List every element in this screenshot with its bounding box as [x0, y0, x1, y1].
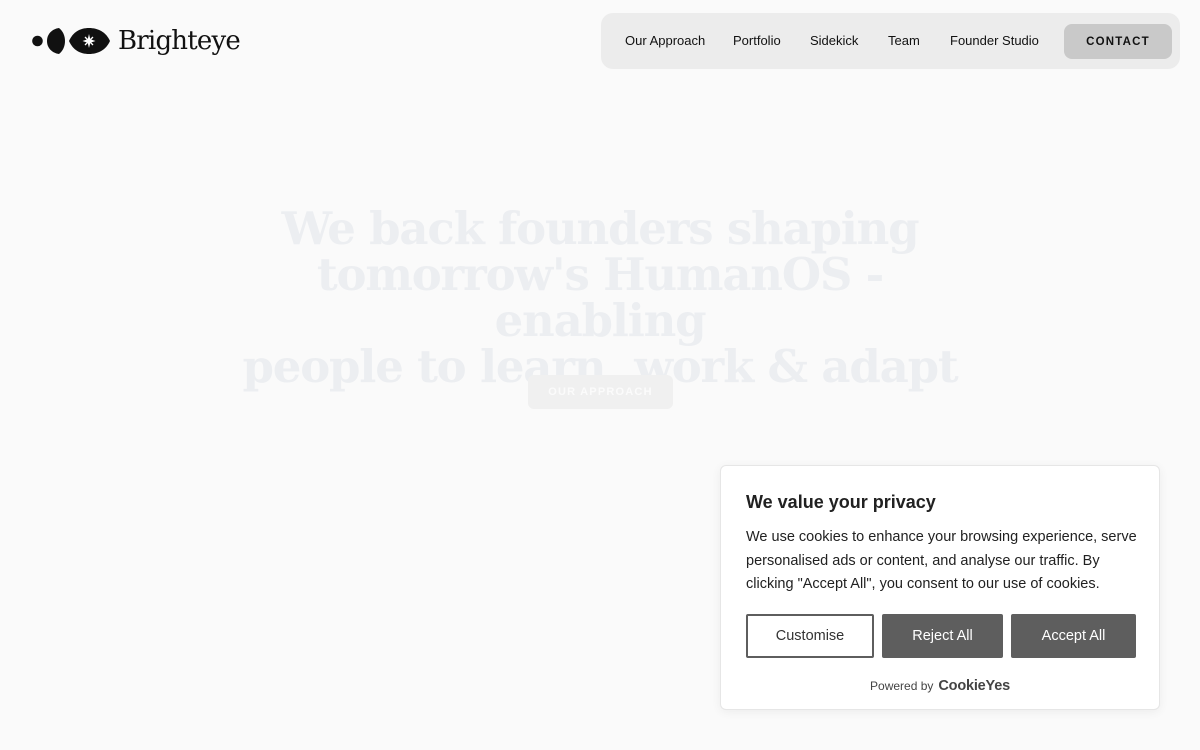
contact-button[interactable]: CONTACT — [1064, 24, 1172, 59]
powered-by-label: Powered by — [870, 679, 934, 693]
reject-all-button[interactable]: Reject All — [882, 614, 1003, 658]
cookie-description: We use cookies to enhance your browsing … — [746, 529, 1137, 592]
nav-team[interactable]: Team — [888, 13, 920, 69]
hero-title: We back founders shaping tomorrow's Huma… — [230, 206, 970, 390]
cookie-title: We value your privacy — [746, 492, 936, 512]
hero-title-line: tomorrow's HumanOS - enabling — [316, 248, 884, 347]
main-nav: Our Approach Portfolio Sidekick Team Fou… — [601, 13, 1180, 69]
nav-our-approach[interactable]: Our Approach — [625, 13, 705, 69]
cookie-consent-dialog: We value your privacy We use cookies to … — [720, 465, 1160, 710]
hero-title-line: We back founders shaping — [281, 202, 920, 255]
nav-founder-studio[interactable]: Founder Studio — [950, 13, 1039, 69]
accept-all-button[interactable]: Accept All — [1011, 614, 1136, 658]
nav-portfolio[interactable]: Portfolio — [733, 13, 781, 69]
powered-by: Powered by CookieYes — [721, 678, 1159, 694]
logo-text: Brighteye — [118, 26, 241, 56]
brand-logo[interactable]: Brighteye — [32, 26, 241, 56]
cookieyes-logo[interactable]: CookieYes — [938, 678, 1010, 694]
nav-sidekick[interactable]: Sidekick — [810, 13, 858, 69]
eye-sparkle-icon — [32, 28, 110, 54]
customise-button[interactable]: Customise — [746, 614, 874, 658]
our-approach-button[interactable]: OUR APPROACH — [528, 375, 673, 409]
